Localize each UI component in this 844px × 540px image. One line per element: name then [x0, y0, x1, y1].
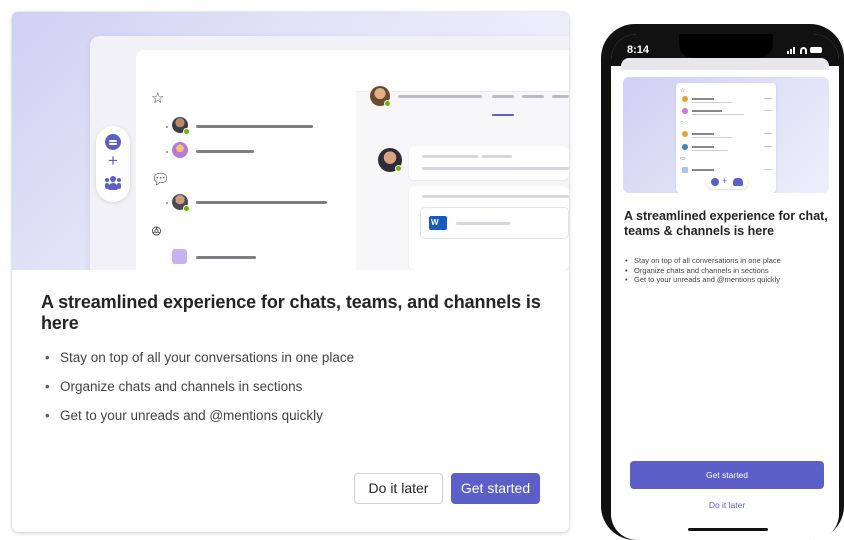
team-name-placeholder [196, 256, 256, 259]
file-name-placeholder [456, 222, 510, 225]
time-placeholder [764, 146, 772, 147]
hero-illustration: ☆ 💬︎ ꔮ W + [12, 12, 569, 270]
message-line-placeholder [422, 195, 569, 198]
phone-get-started-button[interactable]: Get started [630, 461, 824, 489]
message-card [409, 146, 569, 180]
plus-icon: + [722, 176, 728, 186]
status-time: 8:14 [627, 44, 650, 56]
phone-hero-illustration: ☆ ○ ▭ + [623, 77, 829, 193]
phone-feature-list: Stay on top of all conversations in one … [625, 256, 781, 285]
active-tab-indicator [492, 114, 514, 116]
phone-screen: 8:14 ☆ ○ ▭ + A streamlined experience fo… [611, 34, 839, 540]
home-indicator [688, 528, 768, 531]
star-icon: ☆ [151, 90, 165, 107]
avatar [682, 131, 688, 137]
tab-placeholder [522, 95, 544, 98]
tab-placeholder [492, 95, 514, 98]
teams-icon: ▭ [680, 156, 686, 162]
feature-item: Get to your unreads and @mentions quickl… [45, 408, 354, 437]
message-line-placeholder [482, 155, 512, 158]
name-placeholder [692, 110, 722, 112]
word-doc-icon: W [429, 216, 447, 230]
chat-name-placeholder [196, 201, 327, 204]
feature-item: Get to your unreads and @mentions quickl… [625, 275, 781, 285]
avatar [682, 96, 688, 102]
mock-conversation-header [356, 50, 569, 92]
teams-icon [733, 178, 743, 186]
presence-available-icon [395, 165, 402, 172]
tab-placeholder [552, 95, 569, 98]
avatar [682, 108, 688, 114]
time-placeholder [764, 133, 772, 134]
feature-list: Stay on top of all your conversations in… [45, 350, 354, 437]
message-line-placeholder [422, 167, 569, 170]
feature-item: Organize chats and channels in sections [45, 379, 354, 408]
chat-icon [711, 178, 719, 186]
battery-icon [810, 47, 822, 53]
preview-placeholder [692, 102, 732, 103]
phone-title: A streamlined experience for chat, teams… [624, 209, 828, 238]
app-rail: + [96, 126, 130, 202]
preview-placeholder [692, 137, 732, 138]
chat-name-placeholder [196, 150, 254, 153]
avatar [682, 144, 688, 150]
time-placeholder [764, 110, 772, 111]
preview-placeholder [692, 150, 728, 151]
feature-item: Organize chats and channels in sections [625, 266, 781, 276]
teams-icon: ꔮ [151, 223, 162, 239]
team-avatar [172, 249, 187, 264]
preview-placeholder [692, 114, 744, 115]
mock-chat-list [136, 50, 356, 270]
header-name-placeholder [398, 95, 482, 98]
chat-icon: 💬︎ [151, 171, 171, 188]
name-placeholder [692, 169, 714, 171]
phone-app-rail: + [706, 175, 748, 189]
get-started-button[interactable]: Get started [451, 473, 540, 504]
presence-available-icon [183, 128, 190, 135]
name-placeholder [692, 146, 714, 148]
do-it-later-button[interactable]: Do it later [354, 473, 443, 504]
name-placeholder [692, 98, 714, 100]
team-avatar [682, 167, 688, 173]
sheet-handle-area [621, 58, 829, 70]
name-placeholder [692, 133, 714, 135]
wifi-icon [800, 47, 807, 54]
unread-dot [166, 126, 168, 128]
unread-dot [166, 151, 168, 153]
unread-dot [166, 202, 168, 204]
chat-icon [105, 134, 121, 150]
message-line-placeholder [422, 155, 478, 158]
feature-item: Stay on top of all your conversations in… [45, 350, 354, 379]
presence-available-icon [384, 100, 391, 107]
avatar [172, 142, 188, 158]
time-placeholder [764, 169, 772, 170]
notch [679, 34, 773, 58]
signal-icon [787, 45, 822, 55]
teams-intro-dialog: ☆ 💬︎ ꔮ W + A streamlined experience for … [12, 12, 569, 532]
chat-name-placeholder [196, 125, 313, 128]
feature-item: Stay on top of all conversations in one … [625, 256, 781, 266]
time-placeholder [764, 98, 772, 99]
presence-available-icon [183, 205, 190, 212]
teams-icon [105, 176, 121, 190]
dialog-title: A streamlined experience for chats, team… [41, 292, 541, 333]
star-icon: ☆ [680, 88, 686, 94]
chat-icon: ○ [680, 120, 684, 126]
plus-icon: + [108, 151, 118, 170]
phone-do-it-later-link[interactable]: Do it later [630, 500, 824, 510]
